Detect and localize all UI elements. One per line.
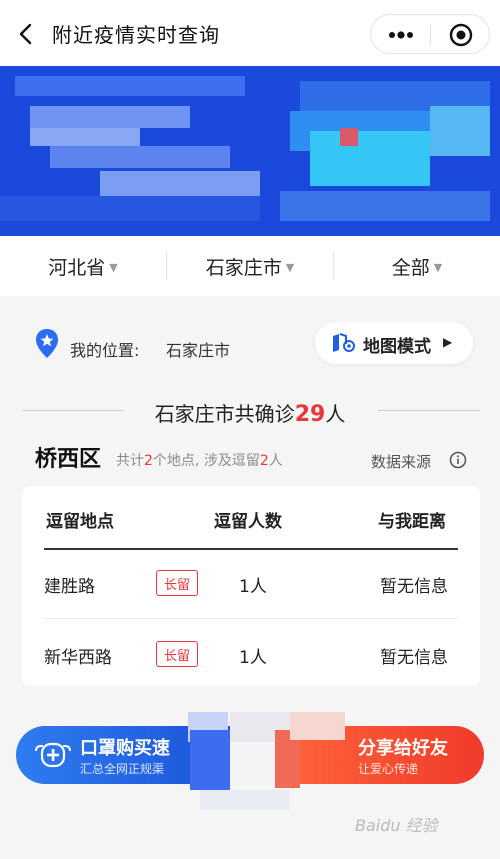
city-label: 石家庄市 [205, 256, 282, 279]
row-count: 1人 [239, 577, 267, 597]
col-header-place: 逗留地点 [46, 512, 114, 532]
header-rule [44, 548, 458, 550]
play-arrow-icon: ▶ [443, 335, 453, 349]
caret-down-icon: ▼ [109, 260, 118, 274]
my-location-value: 石家庄市 [166, 341, 231, 360]
watermark: Baidu 经验 [355, 816, 438, 835]
banner-mosaic [340, 128, 358, 146]
banner-mosaic [30, 128, 140, 146]
mini-program-capsule [370, 14, 490, 54]
map-mode-button[interactable]: 地图模式 ▶ [315, 322, 473, 364]
region-selector: 河北省 ▼ 石家庄市 ▼ 全部 ▼ [0, 236, 500, 296]
chevron-left-icon[interactable] [14, 20, 38, 48]
mask-icon [35, 742, 71, 768]
district-info-text: 共计 [116, 453, 144, 469]
district-info: 共计2个地点, 涉及逗留2人 [116, 450, 283, 470]
data-source-link[interactable]: 数据来源 [371, 451, 431, 472]
place-count: 2 [144, 453, 153, 469]
caret-down-icon: ▼ [433, 260, 443, 274]
more-dots-icon[interactable] [381, 21, 421, 49]
info-icon[interactable] [449, 451, 467, 469]
map-mode-label: 地图模式 [363, 337, 431, 357]
row-place: 建胜路 [44, 577, 95, 597]
summary-suffix: 人 [325, 402, 346, 426]
row-count: 1人 [239, 648, 267, 668]
page-title: 附近疫情实时查询 [52, 23, 220, 47]
row-distance: 暂无信息 [380, 577, 448, 597]
district-info-text: 人 [268, 453, 283, 469]
col-header-distance: 与我距离 [378, 512, 446, 532]
banner-mosaic [310, 131, 430, 186]
summary-prefix: 石家庄市共确诊 [154, 402, 295, 426]
blur-mosaic [290, 712, 345, 740]
nav-header: 附近疫情实时查询 [0, 0, 500, 66]
stay-locations-table: 逗留地点 逗留人数 与我距离 建胜路 长留 1人 暂无信息 新华西路 长留 1人… [22, 486, 480, 686]
share-button-title: 分享给好友 [358, 738, 448, 759]
blur-mosaic [200, 790, 290, 810]
banner-mosaic [430, 106, 490, 156]
banner-mosaic [0, 196, 260, 221]
my-location-label: 我的位置: [70, 341, 140, 360]
banner-mosaic [100, 171, 260, 196]
promo-banner[interactable] [0, 66, 500, 236]
col-header-count: 逗留人数 [214, 512, 282, 532]
row-divider [44, 618, 458, 619]
location-pin-icon [36, 329, 58, 358]
caret-down-icon: ▼ [285, 260, 295, 274]
city-select[interactable]: 石家庄市 ▼ [167, 236, 333, 296]
banner-mosaic [280, 191, 490, 221]
district-name: 桥西区 [35, 447, 102, 472]
people-count: 2 [259, 453, 269, 469]
district-select[interactable]: 全部 ▼ [334, 236, 500, 296]
share-button-subtitle: 让爱心传递 [358, 762, 419, 776]
mask-button-title: 口罩购买速 [80, 738, 170, 759]
province-select[interactable]: 河北省 ▼ [0, 236, 166, 296]
confirmed-count: 29 [294, 402, 326, 427]
banner-mosaic [15, 76, 245, 96]
confirmed-summary: 石家庄市共确诊29人 [0, 398, 500, 427]
stay-tag: 长留 [156, 570, 198, 596]
row-distance: 暂无信息 [380, 648, 448, 668]
banner-mosaic [30, 106, 190, 128]
map-icon [333, 333, 355, 352]
district-label: 全部 [391, 256, 430, 279]
stay-tag: 长留 [156, 641, 198, 667]
capsule-divider [430, 25, 431, 45]
blur-mosaic [230, 742, 275, 787]
target-circle-icon[interactable] [441, 21, 481, 49]
province-label: 河北省 [48, 256, 106, 279]
mask-button-subtitle: 汇总全网正规渠 [80, 762, 165, 776]
row-place: 新华西路 [44, 648, 112, 668]
district-info-text: 个地点, 涉及逗留 [152, 453, 260, 469]
banner-mosaic [50, 146, 230, 168]
blur-mosaic [190, 730, 230, 790]
